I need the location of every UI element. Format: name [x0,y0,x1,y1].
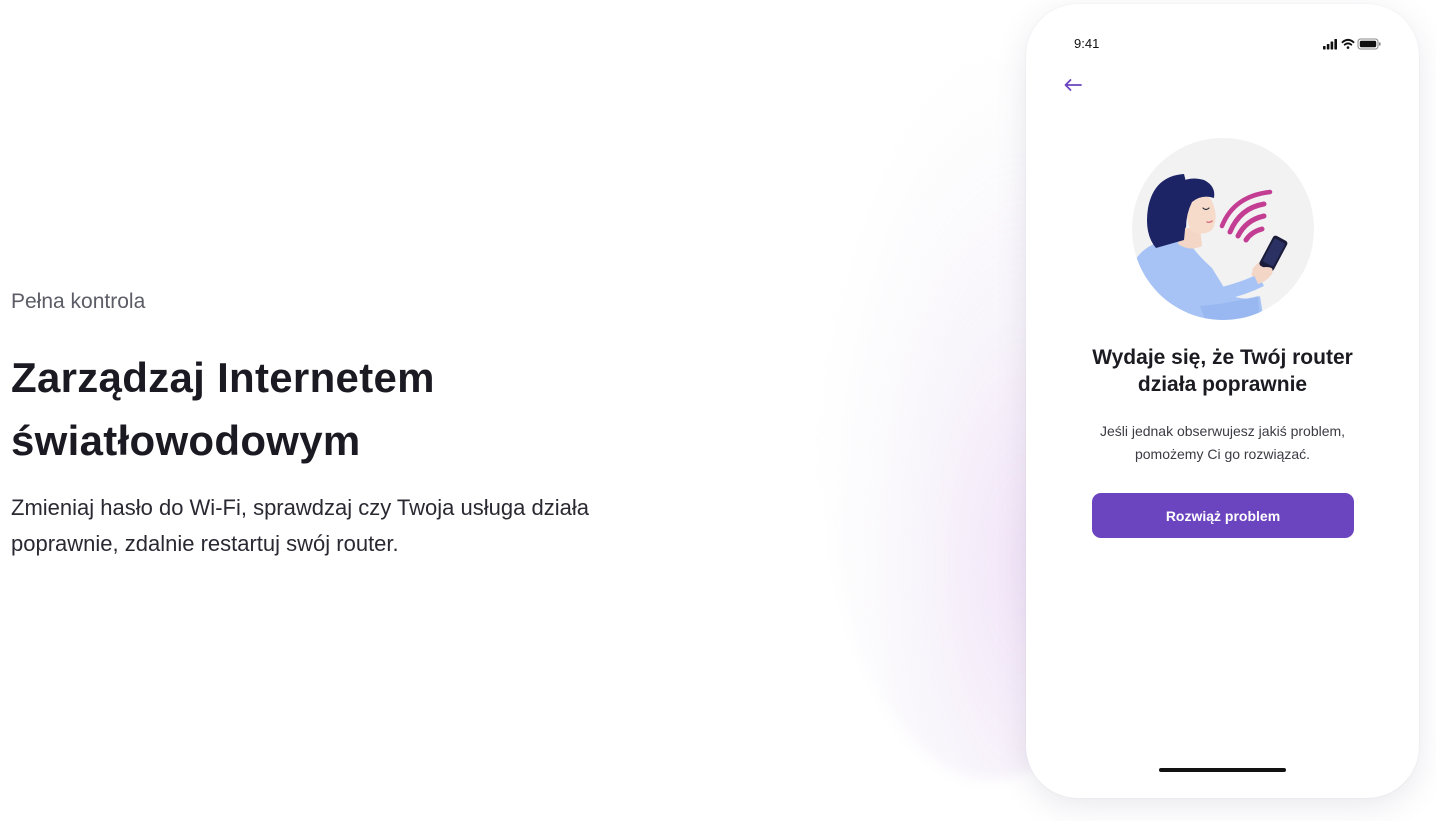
solve-problem-button[interactable]: Rozwiąż problem [1092,493,1354,538]
home-indicator [1159,768,1286,772]
status-title: Wydaje się, że Twój router działa popraw… [1046,344,1399,398]
status-icons [1323,37,1383,51]
hero-headline-line-1: Zarządzaj Internetem [11,354,435,401]
woman-with-phone-wifi-illustration [1130,136,1316,322]
hero-eyebrow: Pełna kontrola [11,290,146,313]
status-title-line-2: działa poprawnie [1137,373,1308,396]
hero-description: Zmieniaj hasło do Wi-Fi, sprawdzaj czy T… [11,495,589,556]
hero-copy: Pełna kontrola Zarządzaj Internetem świa… [11,288,711,562]
signal-icon [1323,39,1337,50]
hero-headline: Zarządzaj Internetem światłowodowym [11,346,711,472]
status-subtitle-line-1: Jeśli jednak obserwujesz jakiś problem, [1099,423,1346,439]
status-title-line-1: Wydaje się, że Twój router [1092,346,1353,369]
status-subtitle-line-2: pomożemy Ci go rozwiązać. [1134,446,1311,462]
arrow-left-icon [1064,79,1082,91]
status-time: 9:41 [1074,36,1100,51]
wifi-icon [1341,38,1355,49]
status-bar: 9:41 [1026,34,1419,54]
battery-icon [1357,38,1381,50]
phone-mockup: 9:41 Wydaje się, że Twój router działa p… [1026,4,1419,798]
page: Pełna kontrola Zarządzaj Internetem świa… [0,0,1436,821]
back-button[interactable] [1060,72,1086,98]
status-subtitle: Jeśli jednak obserwujesz jakiś problem, … [1056,420,1389,466]
hero-headline-line-2: światłowodowym [11,417,361,464]
